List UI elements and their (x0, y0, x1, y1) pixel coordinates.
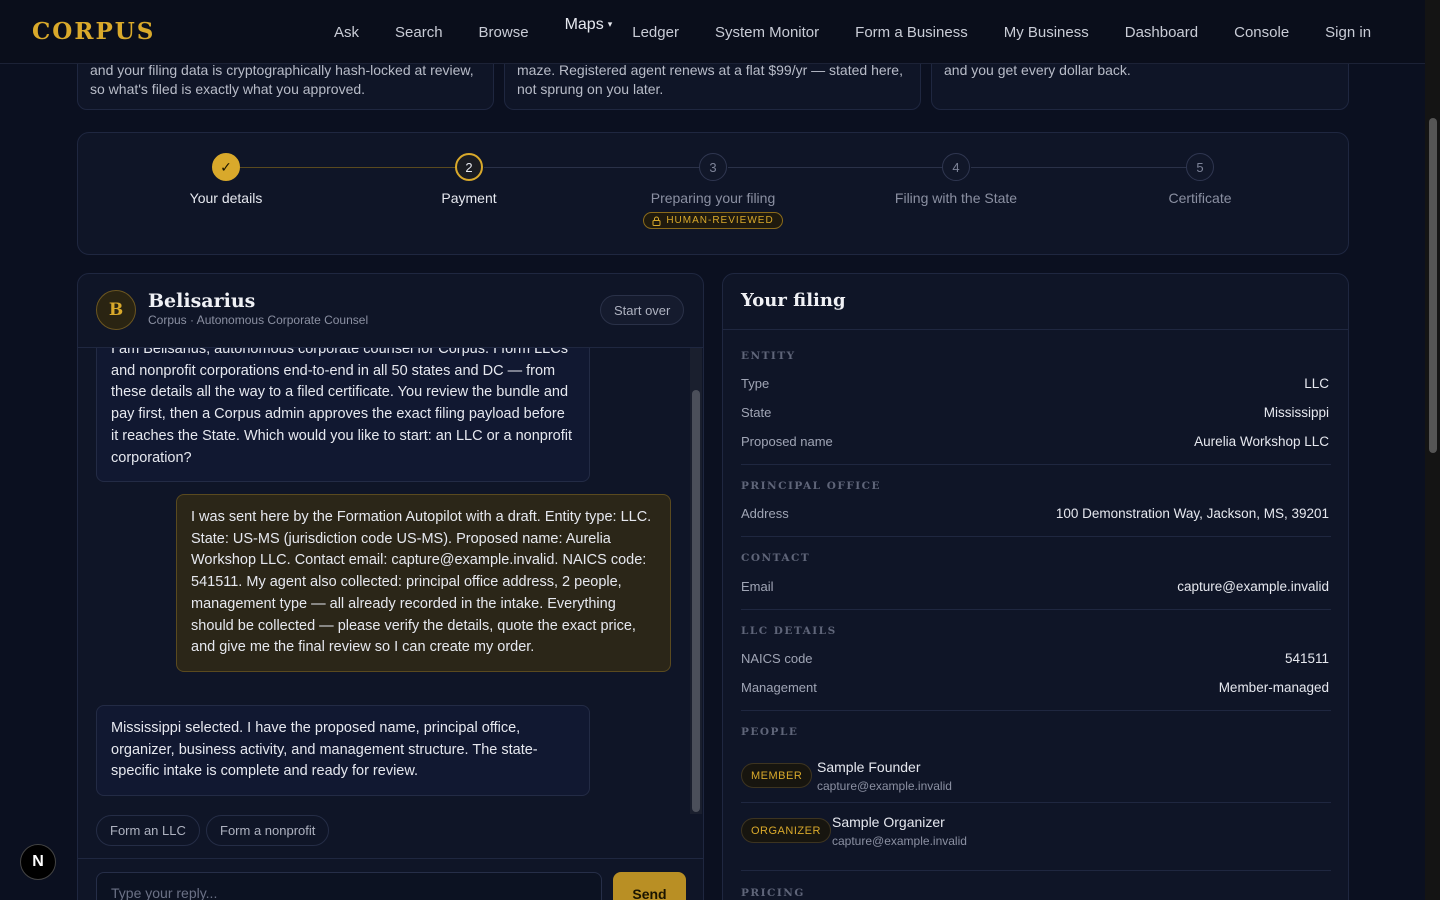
divider (741, 802, 1331, 803)
nav-maps-label: Maps (564, 16, 604, 33)
section-contact: CONTACT (741, 552, 811, 564)
agent-name: Belisarius (148, 290, 256, 312)
compose-bar: Type your reply... Send (78, 858, 703, 900)
address-value: 100 Demonstration Way, Jackson, MS, 3920… (1055, 506, 1329, 521)
nav-ask[interactable]: Ask (334, 24, 359, 41)
human-reviewed-badge: HUMAN-REVIEWED (643, 212, 783, 229)
state-label: State (741, 405, 772, 420)
nav-console[interactable]: Console (1234, 24, 1289, 41)
avatar: B (96, 290, 136, 330)
type-label: Type (741, 376, 770, 391)
step-label: Filing with the State (894, 190, 1018, 206)
section-people: PEOPLE (741, 726, 799, 738)
divider (723, 329, 1348, 330)
n-badge-icon[interactable]: N (20, 844, 56, 880)
step-your-details: ✓ Your details (126, 153, 326, 206)
divider (741, 464, 1331, 465)
chat-panel: B Belisarius Corpus · Autonomous Corpora… (77, 273, 704, 900)
role-badge: MEMBER (741, 763, 813, 788)
nav-search[interactable]: Search (395, 24, 443, 41)
role-badge: ORGANIZER (741, 818, 831, 843)
step-label: Your details (189, 190, 263, 206)
step-number: 2 (455, 153, 483, 181)
divider (741, 536, 1331, 537)
user-message: I was sent here by the Formation Autopil… (176, 494, 671, 672)
lock-icon (652, 216, 661, 226)
feature-text: not sprung on you later. (517, 81, 664, 97)
step-preparing: 3 Preparing your filing HUMAN-REVIEWED (613, 153, 813, 231)
chip-form-nonprofit[interactable]: Form a nonprofit (206, 815, 330, 846)
step-number: 4 (942, 153, 970, 181)
step-number: 5 (1186, 153, 1214, 181)
naics-label: NAICS code (741, 651, 813, 666)
step-label: Certificate (1168, 190, 1232, 206)
nav-system-monitor[interactable]: System Monitor (715, 24, 819, 41)
start-over-button[interactable]: Start over (600, 295, 685, 325)
filing-title: Your filing (741, 290, 846, 311)
nav-maps[interactable]: Maps ▾ (565, 16, 613, 34)
divider (741, 710, 1331, 711)
management-label: Management (741, 680, 817, 695)
nav-ledger[interactable]: Ledger (632, 24, 679, 41)
state-value: Mississippi (1263, 405, 1329, 420)
naics-value: 541511 (1284, 651, 1329, 666)
nav-my-business[interactable]: My Business (1004, 24, 1089, 41)
email-value: capture@example.invalid (1177, 579, 1329, 594)
progress-stepper: ✓ Your details 2 Payment 3 Preparing you… (77, 132, 1349, 255)
message-list[interactable]: I am Belisarius, autonomous corporate co… (78, 348, 703, 814)
divider (741, 609, 1331, 610)
section-principal-office: PRINCIPAL OFFICE (741, 480, 882, 492)
agent-subtitle: Corpus · Autonomous Corporate Counsel (148, 313, 369, 327)
page-scrollbar-thumb[interactable] (1429, 118, 1437, 453)
corpus-logo[interactable]: CORPUS (32, 18, 155, 45)
divider (741, 870, 1331, 871)
management-value: Member-managed (1218, 680, 1329, 695)
section-llc-details: LLC DETAILS (741, 625, 837, 637)
nav-form-business[interactable]: Form a Business (855, 24, 968, 41)
step-label: Preparing your filing (650, 190, 776, 206)
filing-summary-panel: Your filing ENTITY Type LLC State Missis… (722, 273, 1349, 900)
chevron-down-icon: ▾ (607, 19, 613, 29)
section-entity: ENTITY (741, 350, 796, 362)
person-email: capture@example.invalid (817, 779, 952, 793)
person-email: capture@example.invalid (832, 834, 967, 848)
step-label: Payment (441, 190, 497, 206)
name-value: Aurelia Workshop LLC (1194, 434, 1329, 449)
step-number: 3 (699, 153, 727, 181)
type-value: LLC (1304, 376, 1329, 391)
chat-scrollbar-thumb[interactable] (692, 390, 700, 812)
top-nav: CORPUS Ask Search Browse Maps ▾ Ledger Sy… (0, 0, 1425, 64)
person-name: Sample Organizer (832, 814, 945, 830)
nav-sign-in[interactable]: Sign in (1325, 24, 1371, 41)
badge-text: HUMAN-REVIEWED (666, 215, 774, 226)
agent-message: Mississippi selected. I have the propose… (96, 705, 590, 797)
nav-links: Ask Search Browse Maps ▾ Ledger System Mo… (334, 0, 1407, 64)
address-label: Address (741, 506, 789, 521)
send-button[interactable]: Send (613, 872, 686, 900)
reply-input[interactable]: Type your reply... (96, 872, 602, 900)
feature-text: so what's filed is exactly what you appr… (90, 81, 366, 97)
check-icon: ✓ (212, 153, 240, 181)
name-label: Proposed name (741, 434, 833, 449)
step-filing-state: 4 Filing with the State (856, 153, 1056, 206)
chip-form-llc[interactable]: Form an LLC (96, 815, 200, 846)
section-pricing: PRICING (741, 887, 805, 899)
nav-browse[interactable]: Browse (479, 24, 529, 41)
agent-message: I am Belisarius, autonomous corporate co… (96, 348, 590, 483)
email-label: Email (741, 579, 774, 594)
chat-header: B Belisarius Corpus · Autonomous Corpora… (78, 274, 703, 348)
step-payment: 2 Payment (369, 153, 569, 206)
person-name: Sample Founder (817, 759, 921, 775)
step-certificate: 5 Certificate (1100, 153, 1300, 206)
nav-dashboard[interactable]: Dashboard (1125, 24, 1198, 41)
